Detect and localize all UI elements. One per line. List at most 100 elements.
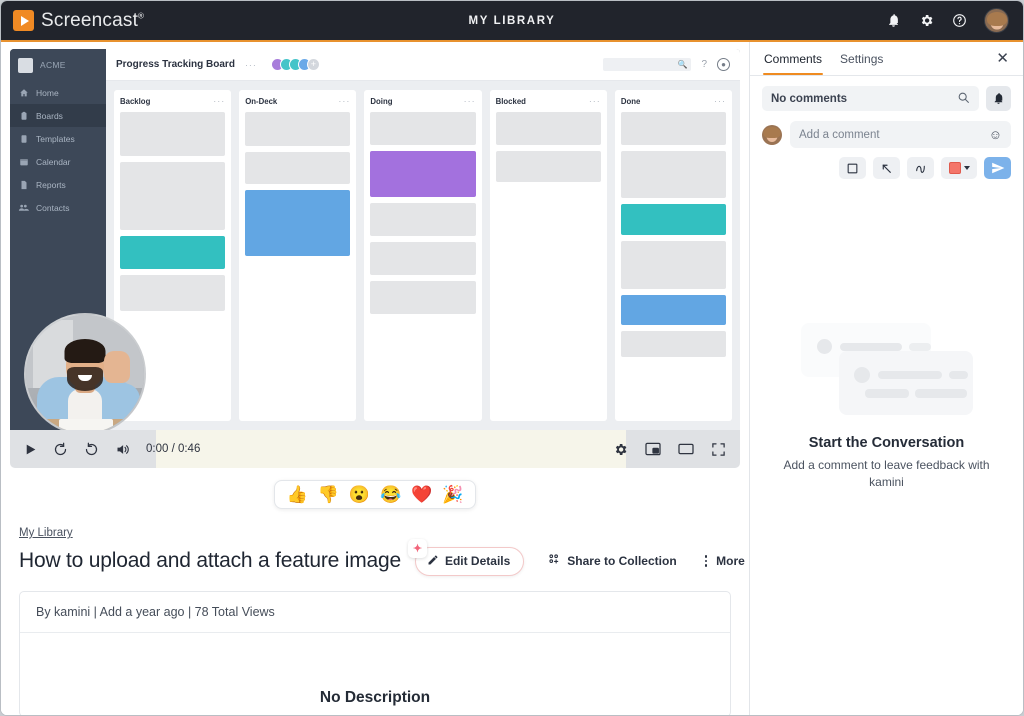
share-to-collection-label: Share to Collection <box>567 554 677 568</box>
sidebar-item-contacts[interactable]: Contacts <box>10 196 106 219</box>
board-card[interactable] <box>620 112 727 145</box>
reaction-thumbs-down-icon[interactable]: 👎 <box>318 486 339 503</box>
board-card[interactable] <box>120 112 226 156</box>
search-icon[interactable] <box>957 91 970 107</box>
sidebar-item-calendar[interactable]: Calendar <box>10 150 106 173</box>
reaction-bar: 👍 👎 😮 😂 ❤️ 🎉 <box>274 480 476 509</box>
comments-panel: Comments Settings ✕ No comments Add a co… <box>749 42 1023 715</box>
empty-state-illustration-icon <box>797 319 977 417</box>
no-comments-label: No comments <box>771 92 848 105</box>
add-comment-row: Add a comment ☺ <box>750 115 1023 148</box>
board-card[interactable] <box>245 190 351 256</box>
volume-icon[interactable] <box>115 442 130 457</box>
board-card[interactable] <box>620 151 727 198</box>
board-card[interactable] <box>370 151 476 197</box>
board-card[interactable] <box>370 242 476 275</box>
board-card[interactable] <box>370 112 476 145</box>
sidebar-item-reports[interactable]: Reports <box>10 173 106 196</box>
board-card[interactable] <box>120 236 226 269</box>
column-title: Blocked <box>495 96 526 106</box>
brand-name: Screencast® <box>41 9 145 31</box>
more-button[interactable]: More <box>699 548 751 574</box>
board-card[interactable] <box>620 241 727 289</box>
gear-icon[interactable] <box>918 12 935 29</box>
board-card[interactable] <box>245 152 351 184</box>
share-to-collection-button[interactable]: Share to Collection <box>540 547 684 575</box>
help-icon[interactable] <box>951 12 968 29</box>
board-members[interactable]: + <box>270 58 320 71</box>
board-card[interactable] <box>495 112 601 145</box>
board-search-input[interactable]: 🔍 <box>603 58 692 71</box>
breadcrumb[interactable]: My Library <box>19 527 73 539</box>
no-comments-search-bar[interactable]: No comments <box>762 86 979 111</box>
arrow-tool[interactable] <box>873 157 900 179</box>
reaction-thumbs-up-icon[interactable]: 👍 <box>286 486 307 503</box>
brand-logo-group[interactable]: Screencast® <box>13 10 144 32</box>
description-title: No Description <box>319 689 431 706</box>
rewind-10-icon[interactable] <box>53 442 68 457</box>
smiley-icon[interactable]: ☺ <box>989 127 1002 142</box>
color-picker[interactable] <box>941 157 977 179</box>
forward-10-icon[interactable] <box>84 442 99 457</box>
comment-input[interactable]: Add a comment ☺ <box>790 121 1011 148</box>
board-card[interactable] <box>370 203 476 236</box>
add-member-button[interactable]: + <box>306 58 320 71</box>
notifications-bell-button[interactable] <box>986 86 1011 111</box>
rectangle-tool[interactable] <box>839 157 866 179</box>
user-avatar[interactable] <box>984 8 1009 33</box>
sidebar-item-home[interactable]: Home <box>10 81 106 104</box>
video-player[interactable]: ACME Home Boards Templates Calendar Repo… <box>10 49 740 430</box>
column-menu-icon[interactable]: ··· <box>338 96 350 106</box>
empty-state-subtitle: Add a comment to leave feedback with kam… <box>783 457 990 489</box>
bell-icon[interactable] <box>885 12 902 29</box>
board-card[interactable] <box>495 151 601 182</box>
column-menu-icon[interactable]: ··· <box>464 96 476 106</box>
webcam-bubble <box>24 313 146 430</box>
board-card[interactable] <box>245 112 351 146</box>
board-card[interactable] <box>120 162 226 230</box>
reaction-laughing-icon[interactable]: 😂 <box>380 486 401 503</box>
annotation-toolbar <box>750 148 1023 189</box>
brand-trademark: ® <box>138 11 145 21</box>
screencast-play-logo-icon <box>13 10 34 31</box>
board-card[interactable] <box>620 204 727 235</box>
gear-icon[interactable] <box>613 442 628 457</box>
theater-mode-icon[interactable] <box>678 442 694 456</box>
tab-settings[interactable]: Settings <box>840 43 883 74</box>
send-button[interactable] <box>984 157 1011 179</box>
sidebar-label-reports: Reports <box>36 179 66 190</box>
board-topbar: Progress Tracking Board ··· + 🔍 ? ● <box>106 49 740 81</box>
reaction-heart-icon[interactable]: ❤️ <box>411 486 432 503</box>
tab-comments[interactable]: Comments <box>762 43 824 75</box>
chevron-down-icon <box>963 166 970 170</box>
sidebar-item-templates[interactable]: Templates <box>10 127 106 150</box>
column-menu-icon[interactable]: ··· <box>589 96 601 106</box>
reaction-party-icon[interactable]: 🎉 <box>442 486 463 503</box>
video-meta: By kamini | Add a year ago | 78 Total Vi… <box>20 592 730 633</box>
board-card[interactable] <box>620 331 727 357</box>
sidebar-label-calendar: Calendar <box>36 156 71 167</box>
edit-details-button[interactable]: ✦ Edit Details <box>407 538 525 576</box>
column-menu-icon[interactable]: ··· <box>714 96 726 106</box>
panel-tabs: Comments Settings ✕ <box>750 42 1023 76</box>
close-icon[interactable]: ✕ <box>996 51 1009 66</box>
progress-bar-track[interactable] <box>156 430 626 468</box>
board-card[interactable] <box>370 281 476 314</box>
column-title: Doing <box>370 96 393 106</box>
board-menu-icon[interactable]: ··· <box>245 60 257 70</box>
empty-comments-state: Start the Conversation Add a comment to … <box>750 189 1023 715</box>
board-card[interactable] <box>620 295 727 325</box>
board-workspace: ACME <box>10 49 106 81</box>
fullscreen-icon[interactable] <box>711 442 726 457</box>
reaction-surprised-icon[interactable]: 😮 <box>349 486 370 503</box>
more-label: More <box>716 554 745 568</box>
column-menu-icon[interactable]: ··· <box>213 96 225 106</box>
play-icon[interactable] <box>24 442 37 457</box>
picture-in-picture-icon[interactable] <box>645 442 661 456</box>
board-user-icon[interactable]: ● <box>717 58 730 71</box>
home-icon <box>18 87 29 98</box>
board-help-icon[interactable]: ? <box>701 59 707 70</box>
board-card[interactable] <box>120 275 226 311</box>
sidebar-item-boards[interactable]: Boards <box>10 104 106 127</box>
freehand-tool[interactable] <box>907 157 934 179</box>
